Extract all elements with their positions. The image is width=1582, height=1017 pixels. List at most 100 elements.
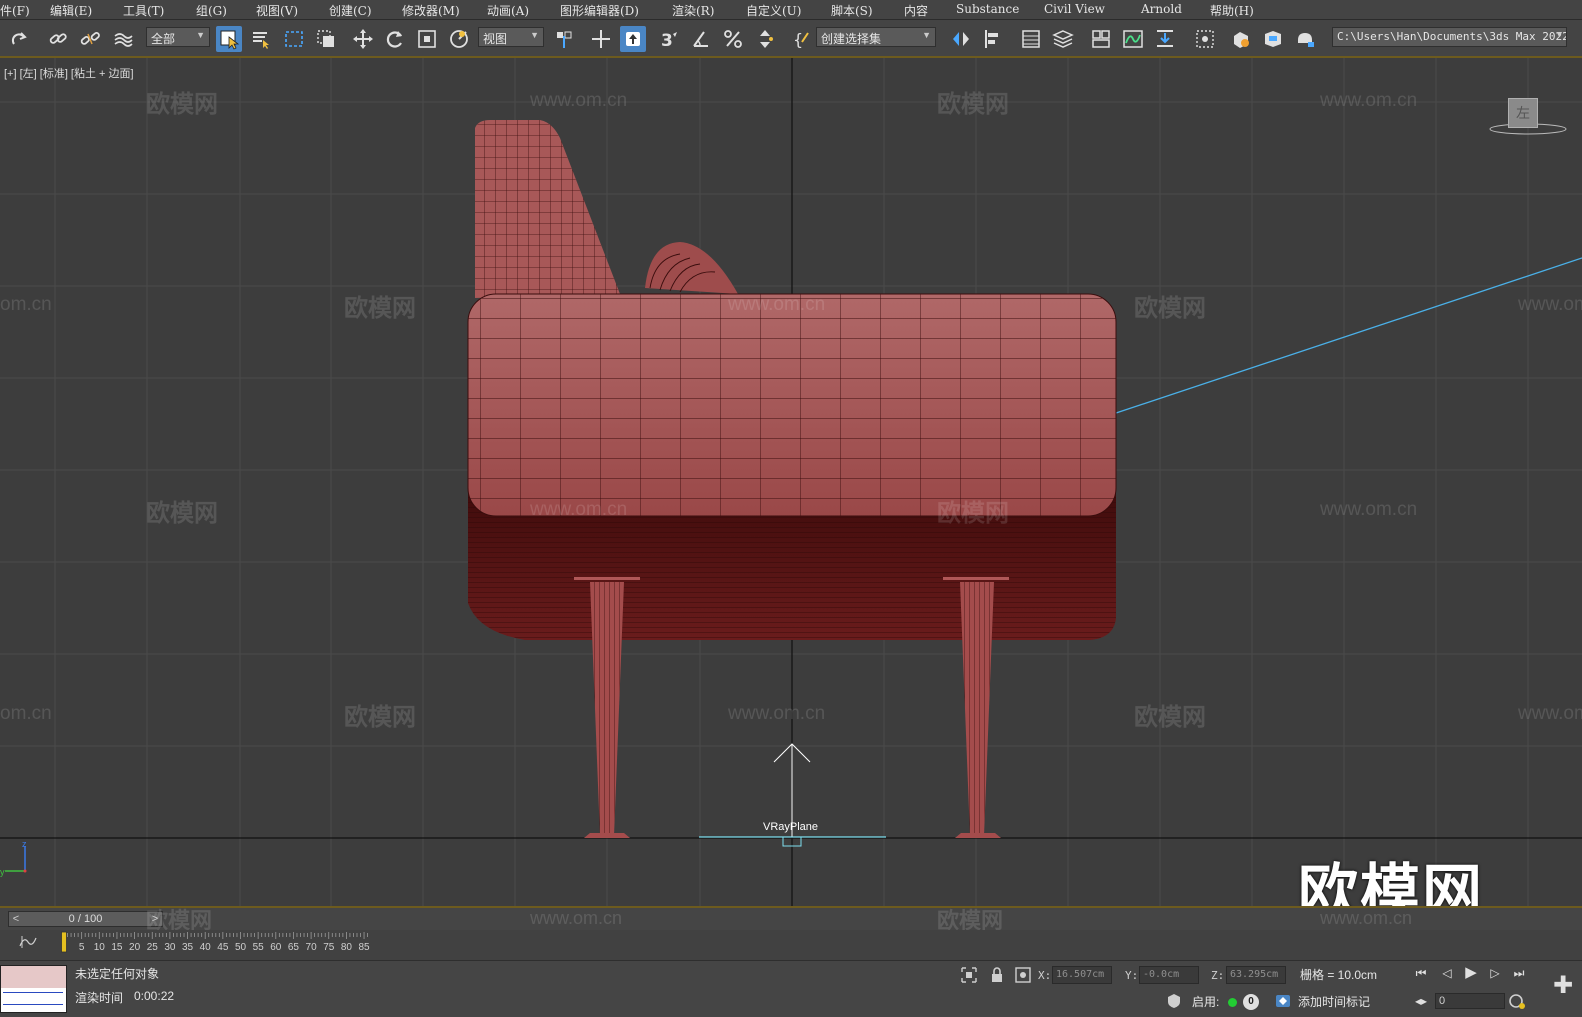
move-icon[interactable] xyxy=(350,26,376,52)
add-time-tag-label[interactable]: 添加时间标记 xyxy=(1298,993,1370,1010)
snaps-toggle-icon[interactable]: 3 xyxy=(656,26,682,52)
rotate-icon[interactable] xyxy=(382,26,408,52)
named-selection-set-dropdown[interactable]: 创建选择集 ▼ xyxy=(816,27,936,47)
mirror-icon[interactable] xyxy=(948,26,974,52)
mini-curve-editor-icon[interactable] xyxy=(18,936,40,950)
enable-status-dot[interactable] xyxy=(1228,998,1237,1007)
selection-filter-dropdown[interactable]: 全部 ▼ xyxy=(146,27,210,47)
x-coord-field[interactable]: 16.507cm xyxy=(1052,966,1112,984)
chevron-down-icon: ▼ xyxy=(1556,30,1562,40)
track-tick-label: 20 xyxy=(129,942,141,953)
current-frame-marker[interactable] xyxy=(61,931,67,953)
watermark-url: om.cn xyxy=(0,294,52,315)
scale-icon[interactable] xyxy=(414,26,440,52)
render-setup-icon[interactable] xyxy=(1228,26,1254,52)
track-tick-label: 25 xyxy=(147,942,159,953)
window-crossing-icon[interactable] xyxy=(313,26,339,52)
menu-file[interactable]: 文件(F) xyxy=(0,2,30,19)
material-editor-icon[interactable] xyxy=(1192,26,1218,52)
edit-named-selection-icon[interactable]: { xyxy=(789,26,815,52)
project-path-field[interactable]: C:\Users\Han\Documents\3ds Max 2022 ▼ xyxy=(1332,27,1567,47)
curve-editor-icon[interactable] xyxy=(1120,26,1146,52)
watermark-cn: 欧模网 xyxy=(344,704,416,731)
left-viewport[interactable]: z y 欧模网 www.om.cn 欧模网 www.om.cn om.cn 欧模… xyxy=(0,58,1582,906)
menu-view[interactable]: 视图(V) xyxy=(256,2,298,19)
time-tag-icon[interactable] xyxy=(1274,992,1292,1010)
menu-civil-view[interactable]: Civil View xyxy=(1044,2,1105,16)
previous-frame-icon[interactable]: ◁ xyxy=(1438,964,1456,982)
zero-count-badge[interactable]: 0 xyxy=(1243,994,1259,1010)
link-icon[interactable] xyxy=(45,26,71,52)
menu-customize[interactable]: 自定义(U) xyxy=(746,2,801,19)
reference-coord-dropdown[interactable]: 视图 ▼ xyxy=(478,27,544,47)
menu-content[interactable]: 内容 xyxy=(904,2,928,19)
time-slider[interactable]: < 0 / 100 > xyxy=(8,911,163,927)
z-coord-field[interactable]: 63.295cm xyxy=(1226,966,1286,984)
time-config-icon[interactable] xyxy=(1508,992,1526,1010)
bind-space-warp-icon[interactable] xyxy=(110,26,136,52)
place-icon[interactable] xyxy=(446,26,472,52)
menu-modifiers[interactable]: 修改器(M) xyxy=(402,2,460,19)
menu-animation[interactable]: 动画(A) xyxy=(487,2,529,19)
viewport-canvas[interactable]: z y xyxy=(0,58,1582,906)
select-by-name-icon[interactable] xyxy=(248,26,274,52)
rectangular-selection-icon[interactable] xyxy=(281,26,307,52)
maxscript-mini-listener[interactable] xyxy=(0,965,67,1013)
transform-mode-icon[interactable] xyxy=(1014,966,1032,984)
axis-y-label: y xyxy=(0,867,5,877)
adaptive-degradation-icon[interactable] xyxy=(1165,992,1183,1010)
menu-help[interactable]: 帮助(H) xyxy=(1210,2,1254,19)
track-tick-label: 40 xyxy=(200,942,212,953)
schematic-view-icon[interactable] xyxy=(1152,26,1178,52)
lock-selection-icon[interactable] xyxy=(988,966,1006,984)
percent-snap-icon[interactable] xyxy=(720,26,746,52)
layer-explorer-icon[interactable] xyxy=(1050,26,1076,52)
menu-tools[interactable]: 工具(T) xyxy=(123,2,164,19)
menu-edit[interactable]: 编辑(E) xyxy=(50,2,92,19)
redo-icon[interactable] xyxy=(6,26,32,52)
chevron-left-icon[interactable]: < xyxy=(9,912,23,926)
menu-graph-editors[interactable]: 图形编辑器(D) xyxy=(560,2,639,19)
time-slider-text: 0 / 100 xyxy=(68,913,103,925)
keyboard-shortcut-override-icon[interactable] xyxy=(620,26,646,52)
watermark-cn: 欧模网 xyxy=(146,91,218,118)
x-coord-label: X: xyxy=(1038,969,1052,982)
align-icon[interactable] xyxy=(980,26,1006,52)
toggle-ribbon-icon[interactable] xyxy=(1088,26,1114,52)
3ds-max-window: 文件(F) 编辑(E) 工具(T) 组(G) 视图(V) 创建(C) 修改器(M… xyxy=(0,0,1582,1017)
watermark-url: www.om.cn xyxy=(1518,294,1582,315)
angle-snap-icon[interactable] xyxy=(688,26,714,52)
watermark-url: www.om.cn xyxy=(1320,90,1418,111)
track-bar[interactable]: 0510152025303540455055606570758085 xyxy=(0,930,1582,960)
viewport-label-menu[interactable]: [+] [左] [标准] [粘土 + 边面] xyxy=(4,65,134,81)
select-manipulate-icon[interactable] xyxy=(588,26,614,52)
spinner-snap-icon[interactable] xyxy=(752,26,778,52)
rendered-frame-window-icon[interactable] xyxy=(1260,26,1286,52)
y-coord-field[interactable]: -0.0cm xyxy=(1139,966,1199,984)
menu-scripting[interactable]: 脚本(S) xyxy=(831,2,873,19)
menu-rendering[interactable]: 渲染(R) xyxy=(672,2,714,19)
go-to-start-icon[interactable]: ⏮ xyxy=(1412,964,1430,982)
menu-create[interactable]: 创建(C) xyxy=(329,2,372,19)
select-object-icon[interactable] xyxy=(216,26,242,52)
menu-group[interactable]: 组(G) xyxy=(196,2,227,19)
watermark-url: www.om.cn xyxy=(728,703,826,724)
scene-explorer-icon[interactable] xyxy=(1018,26,1044,52)
render-production-icon[interactable] xyxy=(1292,26,1318,52)
menu-substance[interactable]: Substance xyxy=(956,2,1019,16)
light-direction-line[interactable] xyxy=(1115,257,1582,414)
pivot-center-icon[interactable] xyxy=(551,26,577,52)
play-icon[interactable]: ▶ xyxy=(1462,964,1480,982)
unlink-icon[interactable] xyxy=(77,26,103,52)
watermark-url: www.om.cn xyxy=(1320,908,1413,928)
next-frame-icon[interactable]: ▷ xyxy=(1486,964,1504,982)
viewcube[interactable]: 左 xyxy=(1508,98,1538,128)
isolate-selection-icon[interactable] xyxy=(960,966,978,984)
watermark-url: www.om.cn xyxy=(728,294,826,315)
frame-spinner-icon[interactable]: ◂▸ xyxy=(1412,992,1430,1010)
go-to-end-icon[interactable]: ⏭ xyxy=(1510,964,1528,982)
menu-arnold[interactable]: Arnold xyxy=(1141,2,1182,16)
track-bar-ruler[interactable]: 0510152025303540455055606570758085 xyxy=(0,930,1582,960)
current-frame-field[interactable]: 0 xyxy=(1435,993,1505,1009)
key-mode-icon[interactable]: ✚ xyxy=(1550,973,1576,999)
